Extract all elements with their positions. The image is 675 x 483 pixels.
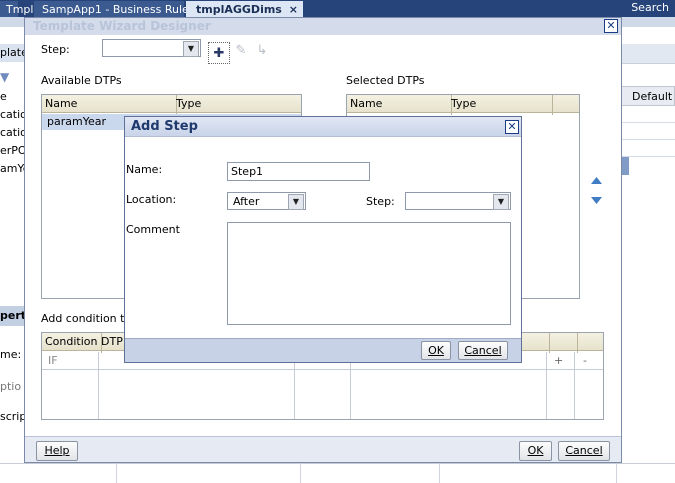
cancel-button-label: Cancel: [565, 444, 603, 457]
edit-icon[interactable]: ✎: [230, 40, 252, 62]
ok-button-label: OK: [527, 444, 544, 457]
left-fragment: scrip: [0, 410, 24, 423]
tab-label: tmplAGGDims: [196, 3, 282, 16]
step-label: Step:: [366, 195, 395, 208]
background-bottom-grid: [0, 463, 675, 483]
chevron-down-icon[interactable]: ▼: [493, 194, 509, 210]
grid-line: [616, 463, 617, 483]
comment-label: Comment: [126, 223, 180, 236]
grid-line: [116, 463, 117, 483]
help-button-label: Help: [44, 444, 70, 457]
column-header-name[interactable]: Name: [42, 95, 177, 115]
search-link[interactable]: Search: [631, 0, 669, 14]
cancel-button[interactable]: Cancel: [558, 441, 610, 461]
name-label: Name:: [126, 163, 163, 176]
grid-line: [621, 156, 675, 157]
available-dtps-label: Available DTPs: [41, 74, 122, 87]
grid-line: [621, 122, 675, 123]
ok-button-label: OK: [428, 344, 444, 357]
left-fragment: catio: [0, 108, 24, 121]
dialog-title: Template Wizard Designer: [25, 18, 621, 35]
table-header: Name Type: [42, 95, 304, 115]
close-icon[interactable]: ✕: [604, 19, 618, 33]
table-header: Name Type: [347, 95, 579, 115]
ok-button[interactable]: OK: [519, 441, 552, 461]
step-select[interactable]: ▼: [405, 192, 511, 210]
tab-label: SampApp1 - Business Rules: [42, 3, 195, 16]
column-header-condition[interactable]: Condition: [42, 333, 102, 353]
step-select[interactable]: ▼: [102, 39, 201, 57]
background-band: [621, 44, 675, 64]
grid-line: [439, 463, 440, 483]
left-fragment: catio: [0, 126, 24, 139]
add-condition-icon[interactable]: +: [554, 354, 563, 367]
delete-icon[interactable]: ↳: [251, 40, 273, 62]
left-fragment: e: [0, 90, 7, 103]
column-header-type[interactable]: Type: [448, 95, 553, 115]
step-label: Step:: [41, 43, 70, 56]
cancel-button[interactable]: Cancel: [458, 341, 508, 360]
close-icon[interactable]: ✕: [505, 120, 519, 134]
location-select[interactable]: After ▼: [227, 192, 306, 210]
move-up-icon[interactable]: [590, 176, 603, 185]
cancel-button-label: Cancel: [464, 344, 502, 357]
left-fragment: ptio: [0, 380, 22, 393]
add-step-icon[interactable]: ✚: [208, 42, 230, 64]
column-header: [574, 333, 606, 353]
background-grid: [621, 27, 675, 297]
add-step-dialog: Add Step ✕ Name: Step1 Location: After ▼…: [124, 116, 522, 363]
chevron-down-icon[interactable]: ▼: [0, 68, 24, 86]
dialog-title: Add Step: [125, 117, 521, 137]
default-value-column-header: Default V: [621, 86, 675, 106]
tab-label: Tmpl: [6, 3, 34, 16]
tab-tmplaggdims[interactable]: tmplAGGDims ×: [186, 1, 303, 17]
name-input-value: Step1: [231, 165, 264, 178]
grid-line: [300, 463, 301, 483]
row-divider: [42, 369, 603, 370]
column-divider: [574, 352, 575, 419]
condition-cell: IF: [48, 354, 58, 367]
tab-sampapp1-business-rules[interactable]: SampApp1 - Business Rules: [34, 1, 195, 17]
column-header-name[interactable]: Name: [347, 95, 452, 115]
move-down-icon[interactable]: [590, 196, 603, 205]
left-fragment: plate: [0, 44, 24, 62]
comment-textarea[interactable]: [227, 222, 511, 325]
left-fragment: amYea: [0, 162, 24, 175]
column-divider: [546, 352, 547, 419]
chevron-down-icon[interactable]: ▼: [288, 194, 304, 210]
location-select-value: After: [233, 195, 260, 208]
left-fragment: me:: [0, 348, 22, 361]
column-divider: [98, 352, 99, 419]
ok-button[interactable]: OK: [421, 341, 451, 360]
dtp-name: paramYear: [47, 115, 106, 128]
left-fragment: pert: [0, 306, 24, 326]
tab-tmpl[interactable]: Tmpl: [0, 1, 33, 17]
location-label: Location:: [126, 193, 177, 206]
help-button[interactable]: Help: [36, 441, 78, 461]
close-icon[interactable]: ×: [289, 3, 298, 16]
left-fragment: erPOV: [0, 144, 24, 157]
selected-row-marker: [621, 157, 629, 175]
chevron-down-icon[interactable]: ▼: [183, 41, 199, 57]
name-input[interactable]: Step1: [227, 162, 370, 181]
grid-line: [621, 139, 675, 140]
remove-condition-icon[interactable]: -: [583, 354, 587, 367]
column-header-type[interactable]: Type: [173, 95, 304, 115]
selected-dtps-label: Selected DTPs: [346, 74, 425, 87]
